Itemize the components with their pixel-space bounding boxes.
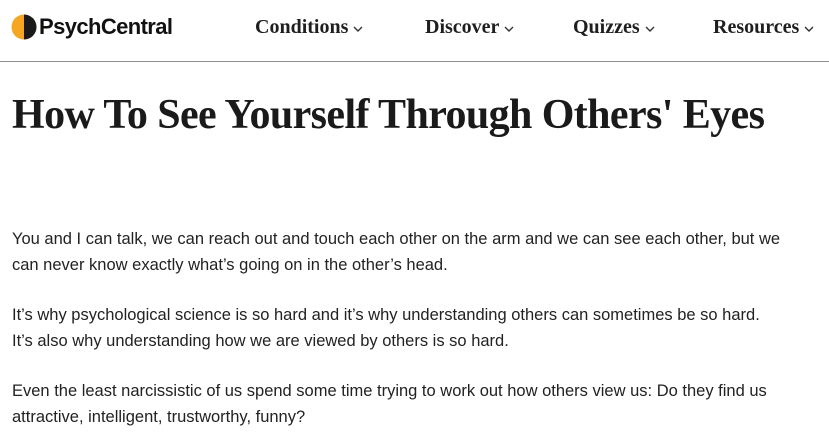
article-paragraph: Even the least narcissistic of us spend … (12, 382, 767, 426)
nav-item-quizzes[interactable]: Quizzes (573, 14, 655, 40)
nav-label: Conditions (255, 16, 349, 38)
psychcentral-logo[interactable]: PsychCentral (11, 12, 173, 42)
nav-label: Quizzes (573, 16, 640, 38)
article-title: How To See Yourself Through Others' Eyes (12, 92, 765, 138)
site-header: PsychCentral Conditions Discover Quizzes… (0, 0, 829, 62)
chevron-down-icon (804, 26, 814, 32)
chevron-down-icon (504, 26, 514, 32)
chevron-down-icon (353, 26, 363, 32)
nav-label: Resources (713, 16, 800, 38)
logo-text: PsychCentral (39, 14, 173, 39)
chevron-down-icon (645, 26, 655, 32)
article-paragraph: It’s why psychological science is so har… (12, 306, 760, 350)
article-paragraph: You and I can talk, we can reach out and… (12, 230, 781, 274)
nav-item-conditions[interactable]: Conditions (255, 14, 363, 40)
nav-label: Discover (425, 16, 500, 38)
nav-item-resources[interactable]: Resources (713, 14, 814, 40)
nav-item-discover[interactable]: Discover (425, 14, 514, 40)
logo-mark-icon (11, 14, 37, 40)
